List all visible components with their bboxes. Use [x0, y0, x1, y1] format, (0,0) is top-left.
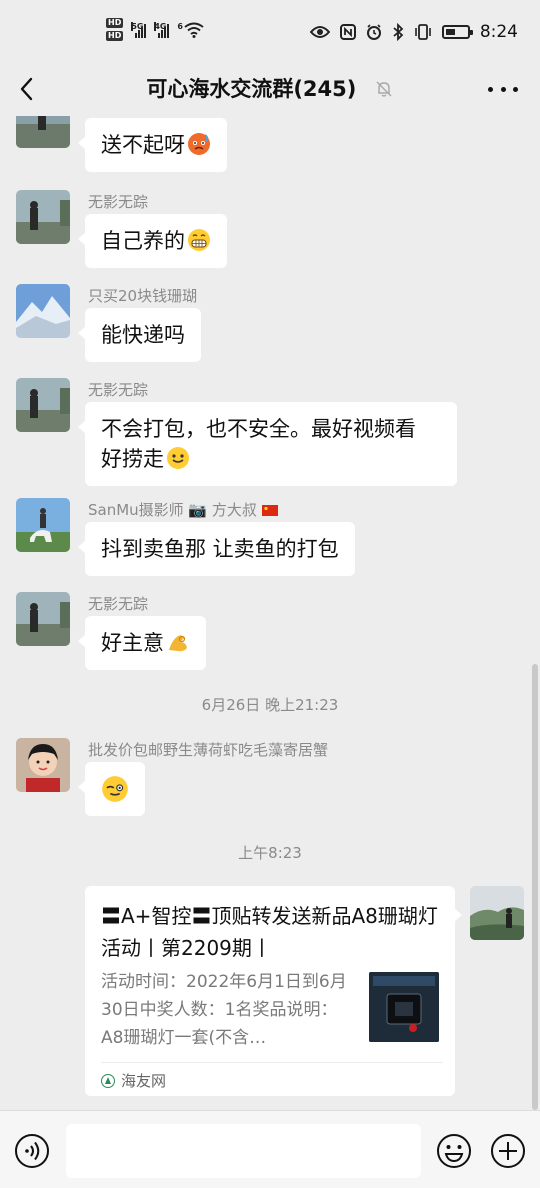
sender-name: 只买20块钱珊瑚 — [88, 287, 198, 305]
message-input[interactable] — [66, 1124, 421, 1178]
bell-off-icon — [376, 81, 392, 97]
hd-badge-1: HD — [106, 18, 124, 28]
wifi-tag: 6 — [177, 21, 183, 31]
message-bubble[interactable]: 能快递吗 — [78, 308, 201, 362]
avatar[interactable] — [16, 116, 70, 148]
avatar[interactable] — [16, 498, 70, 552]
link-card-description: 活动时间：2022年6月1日到6月30日中奖人数：1名奖品说明：A8珊瑚灯一套(… — [101, 972, 347, 1048]
status-bar: HD HD 5G 4G 6 8:24 — [0, 0, 540, 64]
message-text: 抖到卖鱼那 让卖鱼的打包 — [101, 537, 339, 561]
sleepy-emoji-icon — [102, 776, 128, 802]
source-logo-icon — [101, 1073, 115, 1088]
hd-badges: HD HD — [106, 18, 124, 41]
link-card-title: 〓A+智控〓顶贴转发送新品A8珊瑚灯活动丨第2209期丨 — [101, 904, 438, 960]
chat-title: 可心海水交流群(245) — [146, 77, 357, 101]
bluetooth-icon — [393, 23, 404, 41]
sender-name: 无影无踪 — [88, 193, 149, 211]
vibrate-icon — [415, 24, 431, 40]
eye-icon — [309, 26, 330, 38]
status-left: HD HD 5G 4G 6 — [106, 18, 204, 41]
time-separator: 上午8:23 — [238, 844, 302, 862]
ok-hand-emoji-icon — [169, 635, 187, 652]
voice-icon — [15, 1134, 49, 1168]
link-card-source: 海友网 — [101, 1070, 166, 1091]
signal-4g-icon: 4G — [154, 21, 170, 38]
avatar[interactable] — [16, 738, 70, 792]
chat-header: 可心海水交流群(245) — [0, 64, 540, 116]
avatar[interactable] — [16, 190, 70, 244]
alarm-icon — [366, 24, 381, 40]
more-options-button[interactable] — [488, 74, 518, 104]
message-bubble[interactable]: 抖到卖鱼那 让卖鱼的打包 — [78, 522, 355, 576]
avatar[interactable] — [16, 592, 70, 646]
message-bubble[interactable]: 自己养的 — [78, 214, 227, 268]
nfc-icon — [339, 24, 356, 40]
message-text-line1: 不会打包，也不安全。最好视频看 — [101, 417, 416, 441]
more-dot — [500, 86, 506, 92]
time-separator: 6月26日 晚上21:23 — [201, 696, 339, 714]
smile-emoji-icon — [167, 447, 189, 469]
message-bubble[interactable] — [78, 762, 145, 816]
link-card-divider — [101, 1062, 443, 1063]
link-card[interactable]: 〓A+智控〓顶贴转发送新品A8珊瑚灯活动丨第2209期丨 活动时间：2022年6… — [85, 886, 462, 1096]
avatar[interactable] — [16, 378, 70, 432]
grin-emoji-icon — [188, 229, 210, 251]
hot-face-emoji-icon — [188, 133, 210, 155]
clock-time: 8:24 — [479, 22, 518, 42]
message-text: 好主意 — [101, 631, 164, 655]
message-text-line2: 好捞走 — [101, 447, 164, 471]
sender-name: 无影无踪 — [88, 595, 149, 613]
scrollbar[interactable] — [532, 664, 538, 1110]
message-bubble[interactable]: 送不起呀 — [78, 118, 227, 172]
battery-icon — [441, 25, 473, 39]
self-avatar[interactable] — [470, 886, 524, 940]
input-bar — [0, 1110, 540, 1188]
message-text: 自己养的 — [101, 229, 185, 253]
signal-5g-icon: 5G — [131, 21, 147, 38]
more-dot — [488, 86, 493, 92]
sender-name: SanMu摄影师 📷 方大叔 — [88, 500, 278, 520]
message-bubble[interactable]: 不会打包，也不安全。最好视频看 好捞走 — [78, 402, 457, 486]
sender-name-text: SanMu摄影师 📷 方大叔 — [88, 501, 257, 519]
chat-title-wrap[interactable]: 可心海水交流群(245) — [0, 74, 540, 104]
sender-name: 无影无踪 — [88, 381, 149, 399]
avatar[interactable] — [16, 284, 70, 338]
voice-button[interactable] — [14, 1133, 50, 1169]
status-right: 8:24 — [309, 22, 518, 42]
message-text: 送不起呀 — [101, 133, 185, 157]
emoji-icon — [437, 1134, 471, 1168]
more-dot — [513, 86, 518, 92]
plus-circle-icon — [491, 1134, 525, 1168]
message-list[interactable]: 送不起呀 无影无踪 自己养的 只买20块钱珊瑚 能快递吗 无影无踪 不会打包，也… — [0, 116, 540, 1110]
signal-tag-5g: 5G — [131, 21, 144, 31]
hd-badge-2: HD — [106, 31, 124, 41]
wifi-icon: 6 — [177, 22, 204, 38]
more-functions-button[interactable] — [490, 1133, 526, 1169]
emoji-button[interactable] — [436, 1133, 472, 1169]
sender-name: 批发价包邮野生薄荷虾吃毛藻寄居蟹 — [88, 741, 329, 759]
message-text: 能快递吗 — [101, 323, 185, 347]
signal-tag-4g: 4G — [154, 21, 167, 31]
link-card-thumbnail — [369, 972, 439, 1042]
link-card-source-name: 海友网 — [121, 1072, 167, 1090]
china-flag-icon — [261, 505, 278, 516]
message-bubble[interactable]: 好主意 — [78, 616, 206, 670]
